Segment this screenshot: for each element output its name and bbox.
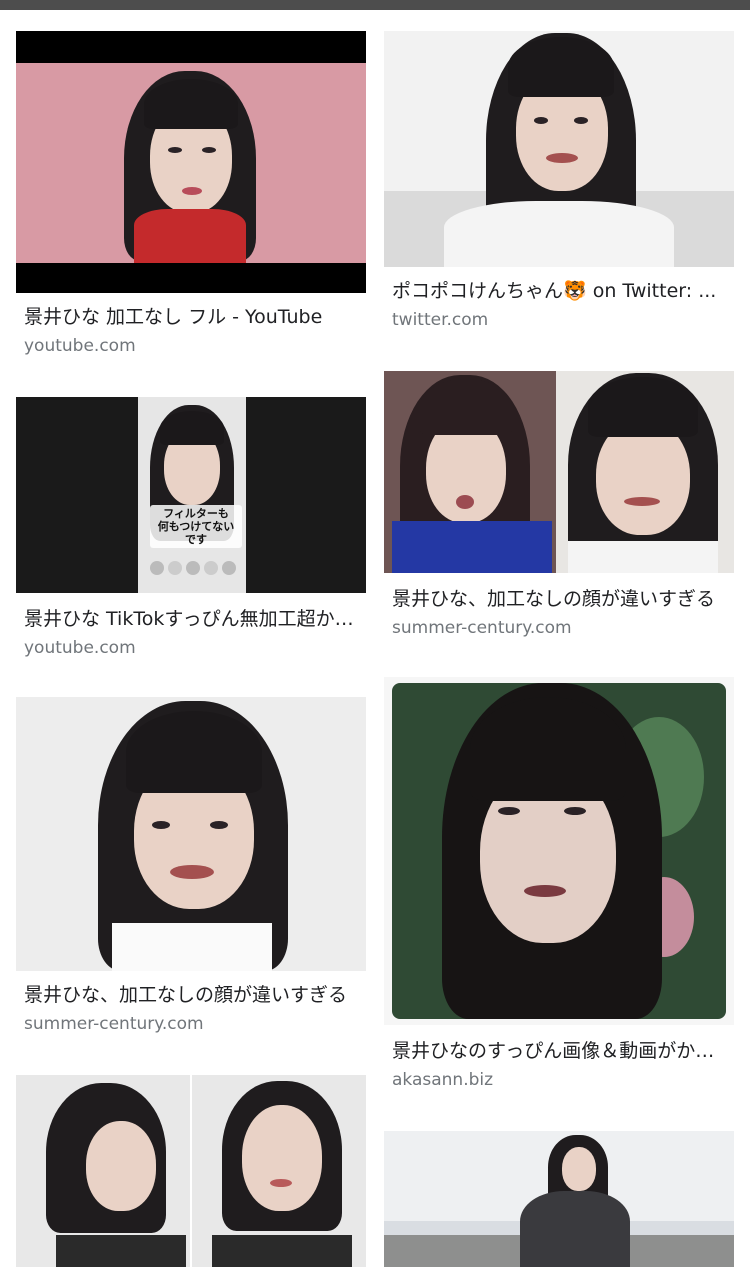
portrait-lips [546,153,578,163]
portrait-bangs [126,711,262,793]
blue-top [392,521,552,573]
video-overlay-text: フィルターも 何もつけてないです [150,505,242,548]
result-source[interactable]: summer-century.com [384,617,734,639]
portrait-bangs [508,37,614,97]
result-source[interactable]: youtube.com [16,637,366,659]
portrait-shirt [568,541,718,573]
result-thumbnail[interactable] [16,697,366,971]
result-title[interactable]: 景井ひなのすっぴん画像＆動画がかわいい [384,1039,722,1063]
portrait-shirt [444,201,674,267]
portrait-bangs [588,377,698,437]
result-title[interactable]: ポコポコけんちゃん🐯 on Twitter: ... [384,279,722,303]
portrait-lips [524,885,566,897]
portrait-eye [202,147,216,153]
portrait-eye [564,807,586,815]
result-source[interactable]: twitter.com [384,309,734,331]
portrait-eye [574,117,588,124]
portrait-bangs [420,379,512,435]
result-thumbnail[interactable] [384,371,734,573]
image-result-card[interactable]: 景井ひな、加工なしの顔が違いすぎる summer-century.com [384,371,734,639]
image-result-card[interactable] [16,1075,366,1267]
portrait-eye [152,821,170,829]
image-result-card[interactable]: ポコポコけんちゃん🐯 on Twitter: ... twitter.com [384,31,734,331]
result-source[interactable]: akasann.biz [384,1069,734,1091]
portrait-bangs [160,411,224,445]
portrait-face [242,1105,322,1211]
image-result-card[interactable]: 景井ひなのすっぴん画像＆動画がかわいい akasann.biz [384,677,734,1091]
portrait-face [86,1121,156,1211]
portrait-eye [168,147,182,153]
result-title[interactable]: 景井ひな、加工なしの顔が違いすぎる [384,587,722,611]
split-divider [190,1075,192,1267]
portrait-bangs [144,79,238,129]
result-source[interactable]: youtube.com [16,335,366,357]
portrait-eye [210,821,228,829]
portrait-lips [456,495,474,509]
result-thumbnail[interactable] [384,1131,734,1267]
red-collar [134,209,246,263]
portrait-lips [624,497,660,506]
result-title[interactable]: 景井ひな、加工なしの顔が違いすぎる [16,983,354,1007]
image-result-card[interactable]: 景井ひな 加工なし フル - YouTube youtube.com [16,31,366,357]
portrait-lips [170,865,214,879]
portrait-eye [534,117,548,124]
image-result-card[interactable]: 景井ひな、加工なしの顔が違いすぎる summer-century.com [16,697,366,1035]
portrait-shirt [112,923,272,971]
result-title[interactable]: 景井ひな 加工なし フル - YouTube [16,305,354,329]
portrait-face [562,1147,596,1191]
result-source[interactable]: summer-century.com [16,1013,366,1035]
result-thumbnail[interactable] [16,1075,366,1267]
result-thumbnail[interactable] [384,677,734,1025]
image-result-card[interactable]: フィルターも 何もつけてないです 景井ひな TikTokすっぴん無加工超かわいい… [16,397,366,659]
result-thumbnail[interactable] [16,31,366,293]
result-title[interactable]: 景井ひな TikTokすっぴん無加工超かわいい [16,607,354,631]
dark-top [56,1235,186,1267]
status-bar [0,0,750,10]
portrait-eye [498,807,520,815]
dark-top [212,1235,352,1267]
result-thumbnail[interactable]: フィルターも 何もつけてないです [16,397,366,593]
filter-carousel [142,561,244,577]
result-thumbnail[interactable] [384,31,734,267]
image-result-card[interactable] [384,1131,734,1267]
portrait-lips [182,187,202,195]
dark-hoodie [520,1191,630,1267]
portrait-bangs [470,697,626,801]
portrait-lips [270,1179,292,1187]
